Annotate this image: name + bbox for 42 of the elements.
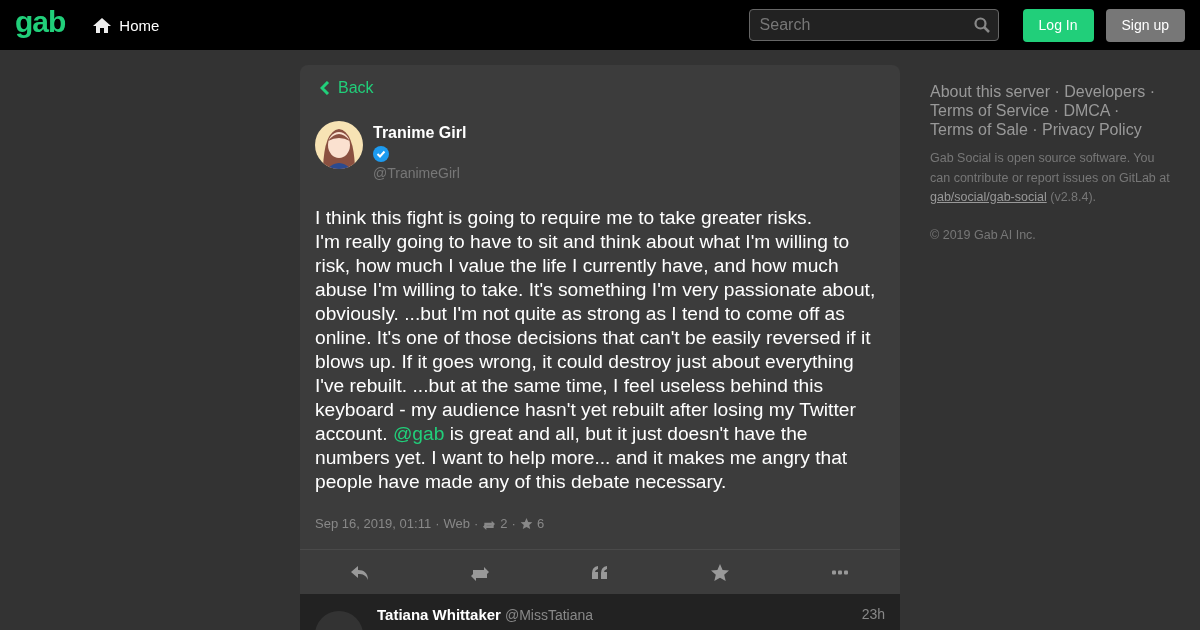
- separator-dot: ·: [1032, 121, 1038, 138]
- separator-dot: ·: [435, 516, 440, 531]
- separator-dot: ·: [511, 516, 516, 531]
- copyright-text: © 2019 Gab AI Inc.: [930, 227, 1037, 242]
- more-icon: [832, 569, 848, 575]
- mention-link[interactable]: @gab: [392, 423, 445, 444]
- reply-time[interactable]: 23h: [861, 606, 885, 622]
- chevron-icon: [320, 81, 330, 95]
- back-link[interactable]: Back: [315, 79, 374, 97]
- search-icon: [973, 17, 990, 33]
- footer-link[interactable]: About this server: [930, 83, 1051, 100]
- avatar[interactable]: [315, 121, 363, 169]
- search-field[interactable]: Search: [748, 9, 999, 41]
- separator-dot: ·: [1114, 102, 1120, 119]
- logo[interactable]: gab: [15, 7, 66, 37]
- author-handle: @TranimeGirl: [373, 165, 461, 181]
- separator-dot: ·: [1149, 83, 1155, 100]
- star-icon: [710, 562, 730, 582]
- home-link[interactable]: Home: [93, 16, 160, 34]
- reply-author-name[interactable]: Tatiana Whittaker: [377, 606, 501, 623]
- about-text: Gab Social is open source software. You can contribute or report issues on GitLab at gab/social/gab-social (v2.8.4).: [930, 150, 1171, 206]
- footer-link[interactable]: Terms of Service: [930, 102, 1050, 119]
- star-button[interactable]: [710, 562, 730, 582]
- home-icon: [93, 17, 112, 33]
- footer-link[interactable]: Terms of Sale: [930, 121, 1028, 138]
- post-date[interactable]: Sep 16, 2019, 01:11: [315, 516, 432, 531]
- reply-author-handle: @MissTatiana: [504, 607, 594, 623]
- star-icon: [519, 517, 533, 530]
- more-button[interactable]: [832, 569, 848, 575]
- repost-count: 2: [500, 516, 508, 531]
- favourite-count: 6: [536, 516, 545, 531]
- source-link[interactable]: gab/social/gab-social: [930, 190, 1047, 204]
- footer-link[interactable]: Developers: [1064, 83, 1146, 100]
- separator-dot: ·: [1054, 83, 1060, 100]
- post-app: Web: [443, 516, 470, 531]
- separator-dot: ·: [474, 516, 479, 531]
- separator-dot: ·: [1053, 102, 1059, 119]
- footer-link[interactable]: Privacy Policy: [1042, 121, 1142, 138]
- author-name[interactable]: Tranime Girl: [373, 124, 467, 142]
- signup-button[interactable]: Sign up: [1105, 8, 1185, 42]
- footer-link[interactable]: DMCA: [1063, 102, 1110, 119]
- post-text: I think this fight is going to require me to take greater risks. I'm really going to have to sit and think about what I'm willing to risk, how much I value the life I currently have, and how much abuse I'm willing to take. It's something I'm very passionate about, obviously. ...but I'm not quite as strong as I tend to come off as online. It's one of those decisions that can't be easily reversed if it blows up. If it goes wrong, it could destroy just about everything I've rebuilt. ...but at the same time, I feel useless behind this keyboard - my audience hasn't yet rebuilt after losing my Twitter account. @gab is great and all, but it just doesn't have the numbers yet. I want to help more... and it makes me angry that people have made any of this debate necessary.: [315, 206, 877, 494]
